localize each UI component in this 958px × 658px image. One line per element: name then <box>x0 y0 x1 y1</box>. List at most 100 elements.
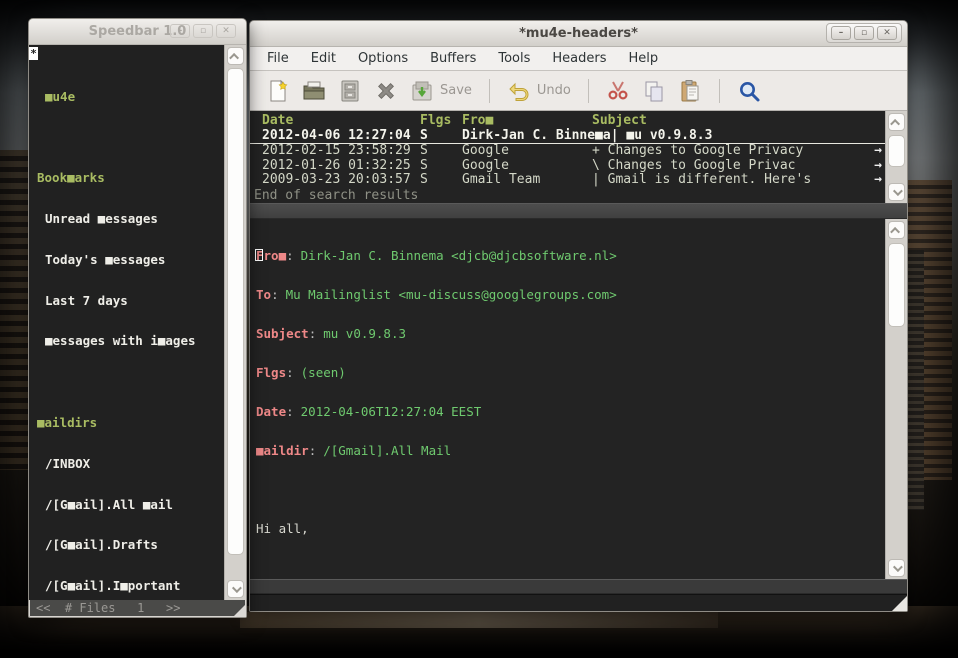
speedbar-modeline: << # Files 1 >> <box>30 600 245 616</box>
spacer <box>37 375 224 389</box>
chevron-up-icon <box>890 118 900 128</box>
field-to: To: Mu Mailinglist <mu-discuss@googlegrou… <box>256 288 885 301</box>
chevron-up-icon <box>229 52 239 62</box>
chevron-up-icon <box>890 226 900 236</box>
file-cabinet-icon[interactable] <box>334 76 366 106</box>
scroll-down-button[interactable] <box>888 183 905 201</box>
truncation-arrow-icon: → <box>874 173 882 188</box>
open-folder-icon[interactable] <box>298 76 330 106</box>
field-label: ■aildir <box>256 444 309 457</box>
scrollbar-thumb[interactable] <box>888 243 905 327</box>
row-date: 2012-01-26 01:32:25 <box>262 159 420 174</box>
column-flags[interactable]: Flgs <box>420 114 462 129</box>
menu-headers[interactable]: Headers <box>541 47 617 70</box>
tool-bar: Save Undo <box>250 71 907 111</box>
search-icon[interactable] <box>733 76 765 106</box>
mu4e-headers-buffer: Date Flgs Fro■ Subject 2012-04-06 12:27:… <box>250 111 885 203</box>
save-icon[interactable] <box>406 76 438 106</box>
minimize-button[interactable]: – <box>831 26 851 40</box>
menu-buffers[interactable]: Buffers <box>419 47 487 70</box>
field-value: Mu Mailinglist <mu-discuss@googlegroups.… <box>286 288 617 301</box>
emacs-window: *mu4e-headers* – ▫ ✕ File Edit Options B… <box>249 20 908 612</box>
speedbar-titlebar[interactable]: Speedbar 1.0 – ▫ ✕ <box>29 19 246 45</box>
header-row[interactable]: 2012-01-26 01:32:25 S Google \ Changes t… <box>250 159 885 174</box>
resize-grip[interactable] <box>892 596 907 611</box>
close-button[interactable]: ✕ <box>216 24 236 38</box>
new-file-icon[interactable] <box>262 76 294 106</box>
copy-icon[interactable] <box>638 76 670 106</box>
scroll-down-button[interactable] <box>888 559 905 577</box>
menu-file[interactable]: File <box>256 47 300 70</box>
minibuffer[interactable] <box>250 594 907 611</box>
scroll-up-button[interactable] <box>227 47 244 65</box>
body-line <box>256 483 885 496</box>
field-label: To <box>256 288 271 301</box>
field-value: 2012-04-06T12:27:04 EEST <box>301 405 482 418</box>
bookmark-last7days[interactable]: Last 7 days <box>37 294 224 308</box>
minimize-button[interactable]: – <box>170 24 190 38</box>
mu4e-view-buffer: Fro■:Dirk-Jan C. Binnema <djcb@djcbsoftw… <box>250 219 885 579</box>
maildirs-heading: ■aildirs <box>37 416 224 430</box>
column-date[interactable]: Date <box>262 114 420 129</box>
maildir-drafts[interactable]: /[G■ail].Drafts <box>37 538 224 552</box>
menu-options[interactable]: Options <box>347 47 419 70</box>
scroll-up-button[interactable] <box>888 113 905 131</box>
field-maildir: ■aildir:/[Gmail].All Mail <box>256 444 885 457</box>
column-from[interactable]: Fro■ <box>462 114 592 129</box>
message-scrollbar[interactable] <box>885 219 907 579</box>
bookmark-unread[interactable]: Unread ■essages <box>37 212 224 226</box>
truncation-arrow-icon: → <box>874 159 882 174</box>
menu-help[interactable]: Help <box>618 47 670 70</box>
maildir-inbox[interactable]: /INBOX <box>37 457 224 471</box>
menu-edit[interactable]: Edit <box>300 47 347 70</box>
menu-tools[interactable]: Tools <box>487 47 541 70</box>
speedbar-root-item: ■u4e <box>37 90 224 104</box>
maximize-button[interactable]: ▫ <box>854 26 874 40</box>
chevron-down-icon <box>232 583 242 593</box>
maildir-important[interactable]: /[G■ail].I■portant <box>37 579 224 593</box>
colon: : <box>286 249 294 262</box>
bookmark-images[interactable]: ■essages with i■ages <box>37 334 224 348</box>
scroll-down-button[interactable] <box>227 580 244 598</box>
emacs-titlebar[interactable]: *mu4e-headers* – ▫ ✕ <box>250 21 907 47</box>
row-subject: | ■u v0.9.8.3 <box>611 129 885 144</box>
chevron-down-icon <box>893 186 903 196</box>
scrollbar-thumb[interactable] <box>888 135 905 167</box>
maildir-allmail[interactable]: /[G■ail].All ■ail <box>37 498 224 512</box>
close-buffer-icon[interactable] <box>370 76 402 106</box>
toolbar-separator <box>719 79 720 103</box>
cut-icon[interactable] <box>602 76 634 106</box>
field-from: Fro■:Dirk-Jan C. Binnema <djcb@djcbsoftw… <box>256 249 885 262</box>
resize-grip[interactable] <box>233 604 246 617</box>
colon: : <box>271 288 279 301</box>
toolbar-separator <box>588 79 589 103</box>
headers-scrollbar[interactable] <box>885 111 907 203</box>
bookmark-today[interactable]: Today's ■essages <box>37 253 224 267</box>
undo-icon[interactable] <box>503 76 535 106</box>
column-subject[interactable]: Subject <box>592 114 885 129</box>
speedbar-window-controls: – ▫ ✕ <box>165 21 241 41</box>
field-value: Dirk-Jan C. Binnema <djcb@djcbsoftware.n… <box>301 249 617 262</box>
header-row-selected[interactable]: 2012-04-06 12:27:04 S Dirk-Jan C. Binne■… <box>250 129 885 145</box>
speedbar-scrollbar[interactable] <box>224 45 246 600</box>
speedbar-window: Speedbar 1.0 – ▫ ✕ * ■u4e Book■arks Unre… <box>28 18 247 618</box>
row-from: Google <box>462 144 592 159</box>
row-from: Google <box>462 159 592 174</box>
body-line <box>256 561 885 574</box>
row-date: 2012-04-06 12:27:04 <box>262 129 420 144</box>
expand-marker[interactable]: * <box>29 47 38 60</box>
colon: : <box>286 366 294 379</box>
spacer <box>37 131 224 145</box>
toolbar-separator <box>489 79 490 103</box>
field-value: /[Gmail].All Mail <box>323 444 451 457</box>
body-line: Hi all, <box>256 522 885 535</box>
wallpaper-building <box>0 150 30 470</box>
header-row[interactable]: 2012-02-15 23:58:29 S Google + Changes t… <box>250 144 885 159</box>
maximize-button[interactable]: ▫ <box>193 24 213 38</box>
close-button[interactable]: ✕ <box>877 26 897 40</box>
header-row[interactable]: 2009-03-23 20:03:57 S Gmail Team | Gmail… <box>250 173 885 188</box>
scrollbar-thumb[interactable] <box>227 68 244 555</box>
field-label: Date <box>256 405 286 418</box>
paste-icon[interactable] <box>674 76 706 106</box>
scroll-up-button[interactable] <box>888 221 905 239</box>
